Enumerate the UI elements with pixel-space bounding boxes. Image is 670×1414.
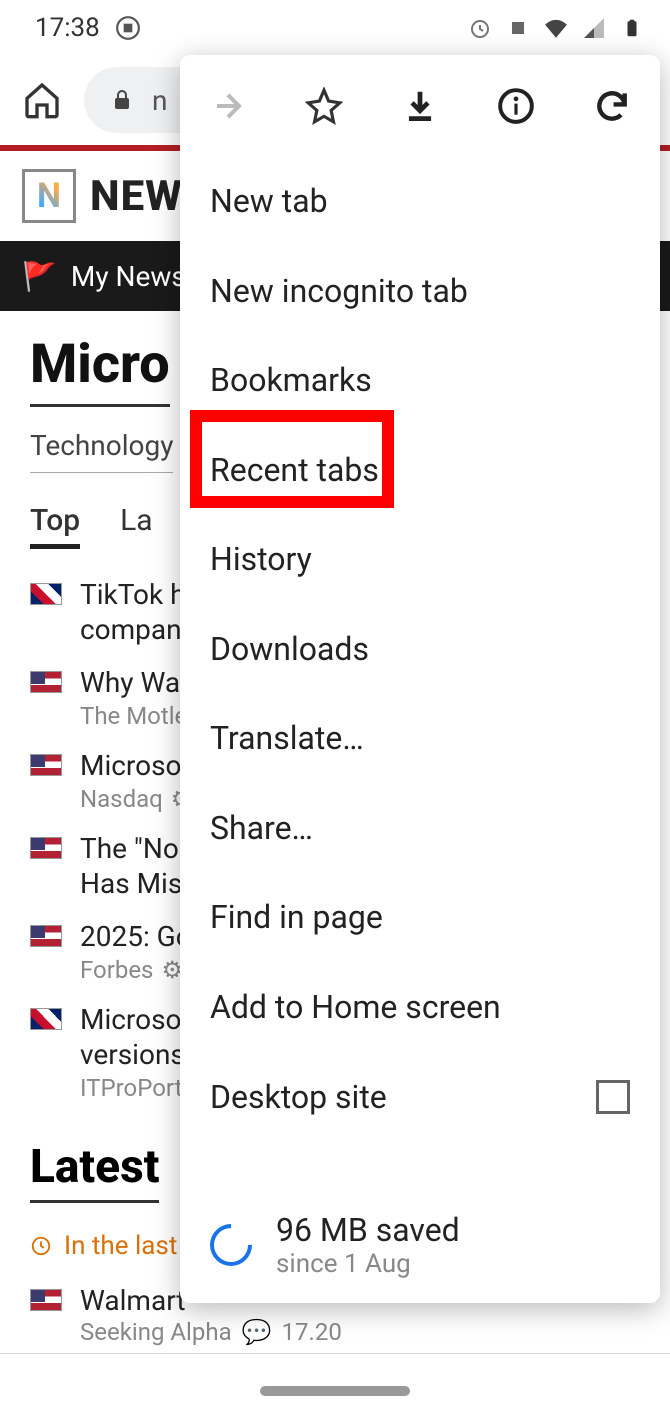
us-flag-icon [30,925,62,947]
data-saved-amount: 96 MB saved [276,1211,460,1249]
bug-icon [505,15,531,41]
desktop-site-checkbox[interactable] [596,1080,630,1114]
source: ITProPorta [80,1074,196,1102]
source: Nasdaq ⚙ [80,785,192,813]
menu-new-incognito[interactable]: New incognito tab [180,246,660,336]
headline: 2025: Go [80,919,192,954]
reload-button[interactable] [592,86,632,126]
flag-icon: 🚩 [22,260,57,293]
browser-overflow-menu: New tab New incognito tab Bookmarks Rece… [180,55,660,1303]
info-button[interactable] [496,86,536,126]
section-latest: Latest [30,1140,159,1203]
menu-history[interactable]: History [180,515,660,605]
us-flag-icon [30,754,62,776]
gesture-bar[interactable] [260,1386,410,1396]
time-filter-label: In the last 1 [64,1231,198,1261]
source: Seeking Alpha 💬 17.20 [80,1318,342,1346]
battery-icon [619,15,645,41]
data-saved-since: since 1 Aug [276,1249,460,1279]
headline: Microsof [80,748,192,783]
source: Forbes ⚙ [80,956,192,984]
menu-downloads[interactable]: Downloads [180,604,660,694]
uk-flag-icon [30,1008,62,1030]
menu-new-tab[interactable]: New tab [180,156,660,246]
category-label[interactable]: Technology [30,429,173,473]
menu-add-to-home[interactable]: Add to Home screen [180,962,660,1052]
download-button[interactable] [400,86,440,126]
site-name: NEW [90,172,183,221]
data-saver-row[interactable]: 96 MB saved since 1 Aug [180,1191,660,1303]
wifi-icon [543,15,569,41]
page-title: Micro [30,333,170,407]
filter-latest[interactable]: La [120,503,152,549]
menu-share[interactable]: Share… [180,783,660,873]
us-flag-icon [30,1289,62,1311]
url-text: n [152,84,167,117]
bookmark-star-button[interactable] [304,86,344,126]
menu-settings-partial[interactable] [180,1141,660,1191]
lock-icon [110,88,134,112]
menu-bookmarks[interactable]: Bookmarks [180,336,660,426]
signal-icon [581,15,607,41]
status-bar: 17:38 [0,0,670,55]
us-flag-icon [30,671,62,693]
clock-time: 17:38 [35,13,100,43]
menu-find-in-page[interactable]: Find in page [180,873,660,963]
us-flag-icon [30,837,62,859]
menu-translate[interactable]: Translate… [180,694,660,784]
comment-icon: 💬 [242,1318,272,1346]
menu-desktop-site-label: Desktop site [210,1078,387,1116]
headline: Microsof [80,1002,196,1037]
clock-icon [30,1235,52,1257]
alarm-icon [467,15,493,41]
uk-flag-icon [30,583,62,605]
menu-desktop-site[interactable]: Desktop site [180,1052,660,1142]
headline-line2: versions [80,1037,196,1072]
notification-icon [115,15,141,41]
filter-top[interactable]: Top [30,503,80,549]
site-logo[interactable]: N [22,169,76,223]
menu-recent-tabs[interactable]: Recent tabs [180,425,660,515]
home-button[interactable] [20,78,64,122]
forward-button[interactable] [208,86,248,126]
divider [0,1353,670,1354]
data-saver-icon [201,1215,260,1274]
